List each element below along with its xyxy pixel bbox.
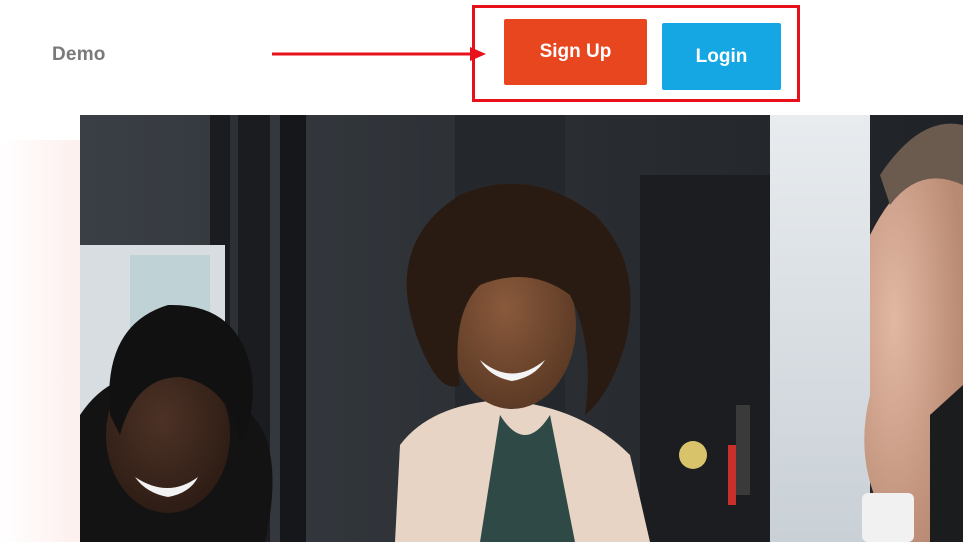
signup-button[interactable]: Sign Up — [504, 19, 647, 85]
landing-page: Demo Sign Up Login — [0, 0, 963, 542]
nav-link-demo[interactable]: Demo — [52, 44, 106, 66]
annotation-arrow-icon — [272, 47, 486, 61]
hero-photo-icon — [80, 115, 963, 542]
hero-image — [80, 115, 963, 542]
login-button[interactable]: Login — [662, 23, 781, 90]
